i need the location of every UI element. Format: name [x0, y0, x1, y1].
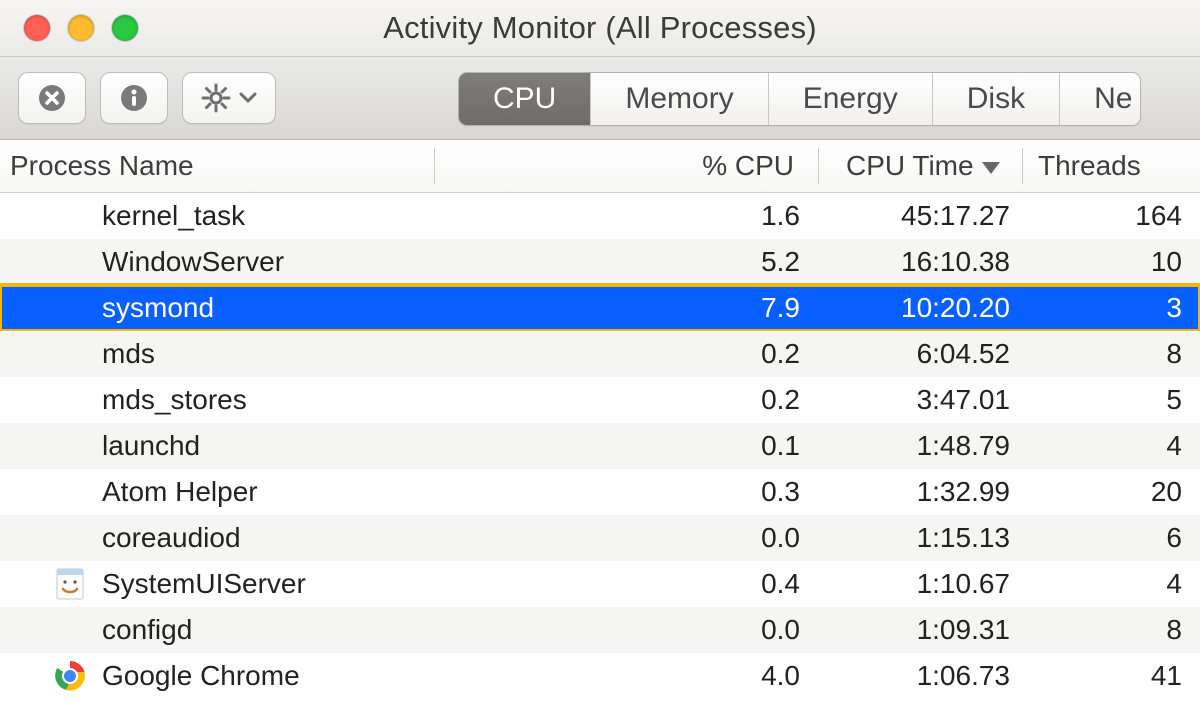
tab-cpu[interactable]: CPU	[459, 73, 590, 125]
traffic-lights	[0, 15, 138, 41]
process-icon	[52, 290, 88, 326]
table-row[interactable]: configd 0.0 1:09.31 8	[0, 607, 1200, 653]
table-row[interactable]: WindowServer 5.2 16:10.38 10	[0, 239, 1200, 285]
stop-icon	[37, 83, 67, 113]
process-cpu-percent: 1.6	[640, 200, 800, 232]
process-cpu-time: 1:06.73	[820, 660, 1010, 692]
process-cpu-percent: 0.2	[640, 338, 800, 370]
table-row[interactable]: Atom Helper 0.3 1:32.99 20	[0, 469, 1200, 515]
process-name: sysmond	[102, 292, 214, 324]
process-cpu-time: 1:10.67	[820, 568, 1010, 600]
table-row[interactable]: Google Chrome 4.0 1:06.73 41	[0, 653, 1200, 699]
process-name: mds_stores	[102, 384, 247, 416]
process-cpu-time: 16:10.38	[820, 246, 1010, 278]
process-cpu-time: 1:09.31	[820, 614, 1010, 646]
process-cpu-time: 1:32.99	[820, 476, 1010, 508]
process-icon	[52, 336, 88, 372]
process-table: kernel_task 1.6 45:17.27 164 WindowServer 5.2…	[0, 193, 1200, 699]
zoom-window-button[interactable]	[112, 15, 138, 41]
process-icon	[52, 474, 88, 510]
process-icon	[52, 244, 88, 280]
process-threads: 4	[1032, 568, 1182, 600]
process-threads: 41	[1032, 660, 1182, 692]
process-cpu-percent: 0.2	[640, 384, 800, 416]
close-window-button[interactable]	[24, 15, 50, 41]
process-name: launchd	[102, 430, 200, 462]
info-button[interactable]	[100, 72, 168, 124]
process-threads: 164	[1032, 200, 1182, 232]
process-name: SystemUIServer	[102, 568, 306, 600]
column-header-process-name[interactable]: Process Name	[10, 150, 194, 182]
process-icon	[52, 612, 88, 648]
tab-memory[interactable]: Memory	[590, 73, 767, 125]
process-icon	[52, 520, 88, 556]
process-icon	[52, 198, 88, 234]
stop-process-button[interactable]	[18, 72, 86, 124]
action-menu-button[interactable]	[182, 72, 276, 124]
process-threads: 4	[1032, 430, 1182, 462]
chevron-down-icon	[239, 92, 257, 104]
tab-disk[interactable]: Disk	[932, 73, 1059, 125]
column-separator	[1022, 148, 1023, 184]
sort-descending-icon	[982, 162, 1000, 174]
process-cpu-percent: 0.4	[640, 568, 800, 600]
process-cpu-time: 10:20.20	[820, 292, 1010, 324]
table-row[interactable]: launchd 0.1 1:48.79 4	[0, 423, 1200, 469]
process-cpu-time: 3:47.01	[820, 384, 1010, 416]
process-threads: 6	[1032, 522, 1182, 554]
process-cpu-percent: 0.0	[640, 614, 800, 646]
table-row[interactable]: mds 0.2 6:04.52 8	[0, 331, 1200, 377]
process-threads: 8	[1032, 614, 1182, 646]
column-header-threads[interactable]: Threads	[1038, 150, 1141, 182]
process-cpu-time: 1:48.79	[820, 430, 1010, 462]
column-separator	[818, 148, 819, 184]
process-icon	[52, 382, 88, 418]
table-row[interactable]: mds_stores 0.2 3:47.01 5	[0, 377, 1200, 423]
process-cpu-percent: 5.2	[640, 246, 800, 278]
process-threads: 10	[1032, 246, 1182, 278]
column-header-cpu-time-label: CPU Time	[846, 150, 974, 182]
toolbar: CPU Memory Energy Disk Ne	[0, 57, 1200, 140]
process-name: mds	[102, 338, 155, 370]
table-row[interactable]: coreaudiod 0.0 1:15.13 6	[0, 515, 1200, 561]
process-cpu-percent: 0.1	[640, 430, 800, 462]
table-row[interactable]: kernel_task 1.6 45:17.27 164	[0, 193, 1200, 239]
process-cpu-percent: 4.0	[640, 660, 800, 692]
tab-energy[interactable]: Energy	[768, 73, 932, 125]
table-row[interactable]: SystemUIServer 0.4 1:10.67 4	[0, 561, 1200, 607]
process-cpu-percent: 0.0	[640, 522, 800, 554]
process-threads: 8	[1032, 338, 1182, 370]
column-header-cpu-time[interactable]: CPU Time	[846, 150, 1000, 182]
process-cpu-time: 45:17.27	[820, 200, 1010, 232]
finder-icon	[52, 566, 88, 602]
process-threads: 20	[1032, 476, 1182, 508]
chrome-icon	[52, 658, 88, 694]
process-cpu-time: 1:15.13	[820, 522, 1010, 554]
process-name: kernel_task	[102, 200, 245, 232]
window-title: Activity Monitor (All Processes)	[0, 10, 1200, 46]
tab-network[interactable]: Ne	[1059, 73, 1140, 125]
column-separator	[434, 148, 435, 184]
process-threads: 3	[1032, 292, 1182, 324]
process-cpu-percent: 0.3	[640, 476, 800, 508]
title-bar: Activity Monitor (All Processes)	[0, 0, 1200, 57]
process-name: Google Chrome	[102, 660, 300, 692]
gear-icon	[201, 83, 231, 113]
process-name: configd	[102, 614, 192, 646]
info-icon	[119, 83, 149, 113]
process-icon	[52, 428, 88, 464]
process-name: Atom Helper	[102, 476, 258, 508]
process-threads: 5	[1032, 384, 1182, 416]
category-tabs: CPU Memory Energy Disk Ne	[458, 72, 1141, 126]
table-header: Process Name % CPU CPU Time Threads	[0, 140, 1200, 193]
process-cpu-time: 6:04.52	[820, 338, 1010, 370]
column-header-cpu-percent[interactable]: % CPU	[702, 150, 794, 182]
process-name: WindowServer	[102, 246, 284, 278]
process-cpu-percent: 7.9	[640, 292, 800, 324]
table-row[interactable]: sysmond 7.9 10:20.20 3	[0, 285, 1200, 331]
minimize-window-button[interactable]	[68, 15, 94, 41]
process-name: coreaudiod	[102, 522, 241, 554]
